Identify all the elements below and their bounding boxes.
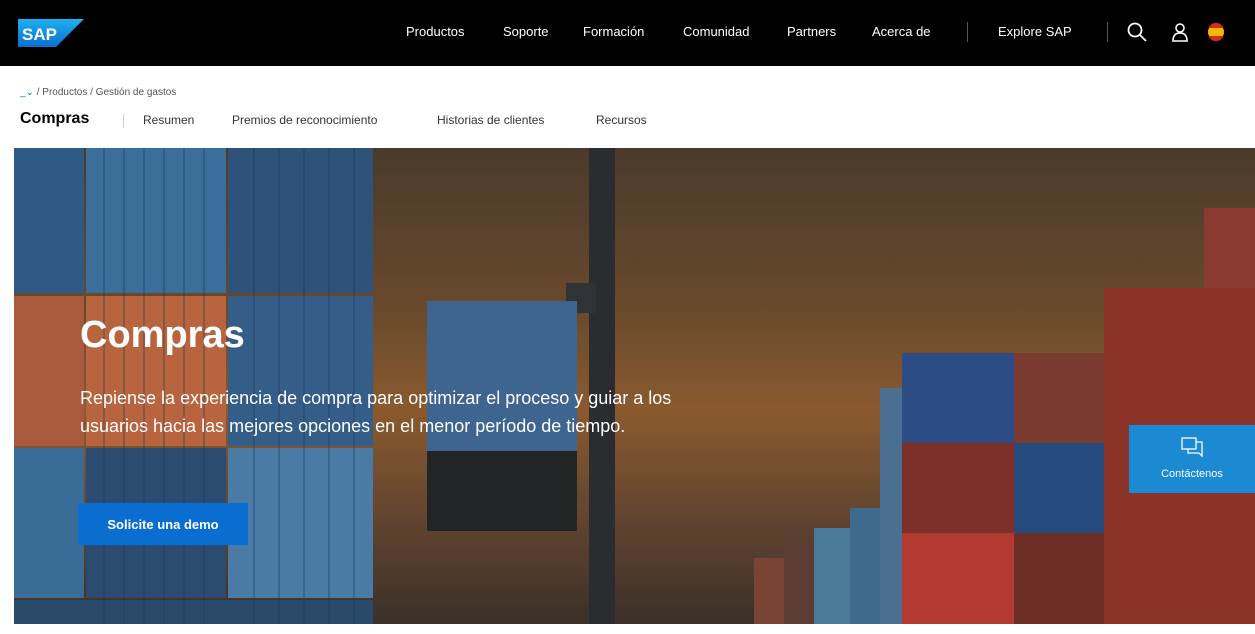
- chat-icon: [1181, 437, 1203, 457]
- sap-logo[interactable]: SAP: [18, 19, 84, 47]
- nav-formacion[interactable]: Formación: [583, 24, 644, 39]
- hero-title: Compras: [80, 314, 245, 356]
- subnav-recursos[interactable]: Recursos: [596, 113, 647, 127]
- subnav-resumen[interactable]: Resumen: [143, 113, 194, 127]
- page-subnav: Compras Resumen Premios de reconocimient…: [0, 110, 1255, 134]
- svg-text:SAP: SAP: [22, 25, 57, 44]
- hero-banner: Compras Repiense la experiencia de compr…: [14, 148, 1255, 624]
- nav-explore-sap[interactable]: Explore SAP: [998, 24, 1072, 39]
- language-flag-icon[interactable]: [1204, 20, 1228, 44]
- search-icon[interactable]: [1125, 20, 1149, 44]
- user-icon[interactable]: [1168, 20, 1192, 44]
- breadcrumb-item-productos[interactable]: Productos: [42, 87, 87, 98]
- breadcrumb: _⌄ / Productos / Gestión de gastos: [20, 87, 176, 98]
- request-demo-button[interactable]: Solicite una demo: [78, 503, 248, 545]
- nav-acerca-de[interactable]: Acerca de: [872, 24, 931, 39]
- breadcrumb-item-gestion-de-gastos[interactable]: Gestión de gastos: [96, 87, 177, 98]
- contact-us-label: Contáctenos: [1161, 468, 1223, 480]
- nav-divider: [967, 22, 968, 42]
- subnav-divider: [123, 114, 124, 128]
- subnav-historias[interactable]: Historias de clientes: [437, 113, 544, 127]
- page-title: Compras: [20, 110, 90, 127]
- nav-soporte[interactable]: Soporte: [503, 24, 549, 39]
- nav-comunidad[interactable]: Comunidad: [683, 24, 750, 39]
- hero-description: Repiense la experiencia de compra para o…: [80, 388, 672, 436]
- contact-us-button[interactable]: Contáctenos: [1129, 425, 1255, 493]
- subnav-premios[interactable]: Premios de reconocimiento: [232, 113, 377, 127]
- nav-partners[interactable]: Partners: [787, 24, 836, 39]
- breadcrumb-separator: /: [36, 87, 40, 98]
- breadcrumb-separator: /: [90, 87, 93, 98]
- breadcrumb-home[interactable]: _⌄: [20, 87, 34, 98]
- nav-productos[interactable]: Productos: [406, 24, 465, 39]
- top-navigation-bar: SAP Productos Soporte Formación Comunida…: [0, 0, 1255, 66]
- nav-divider: [1107, 22, 1108, 42]
